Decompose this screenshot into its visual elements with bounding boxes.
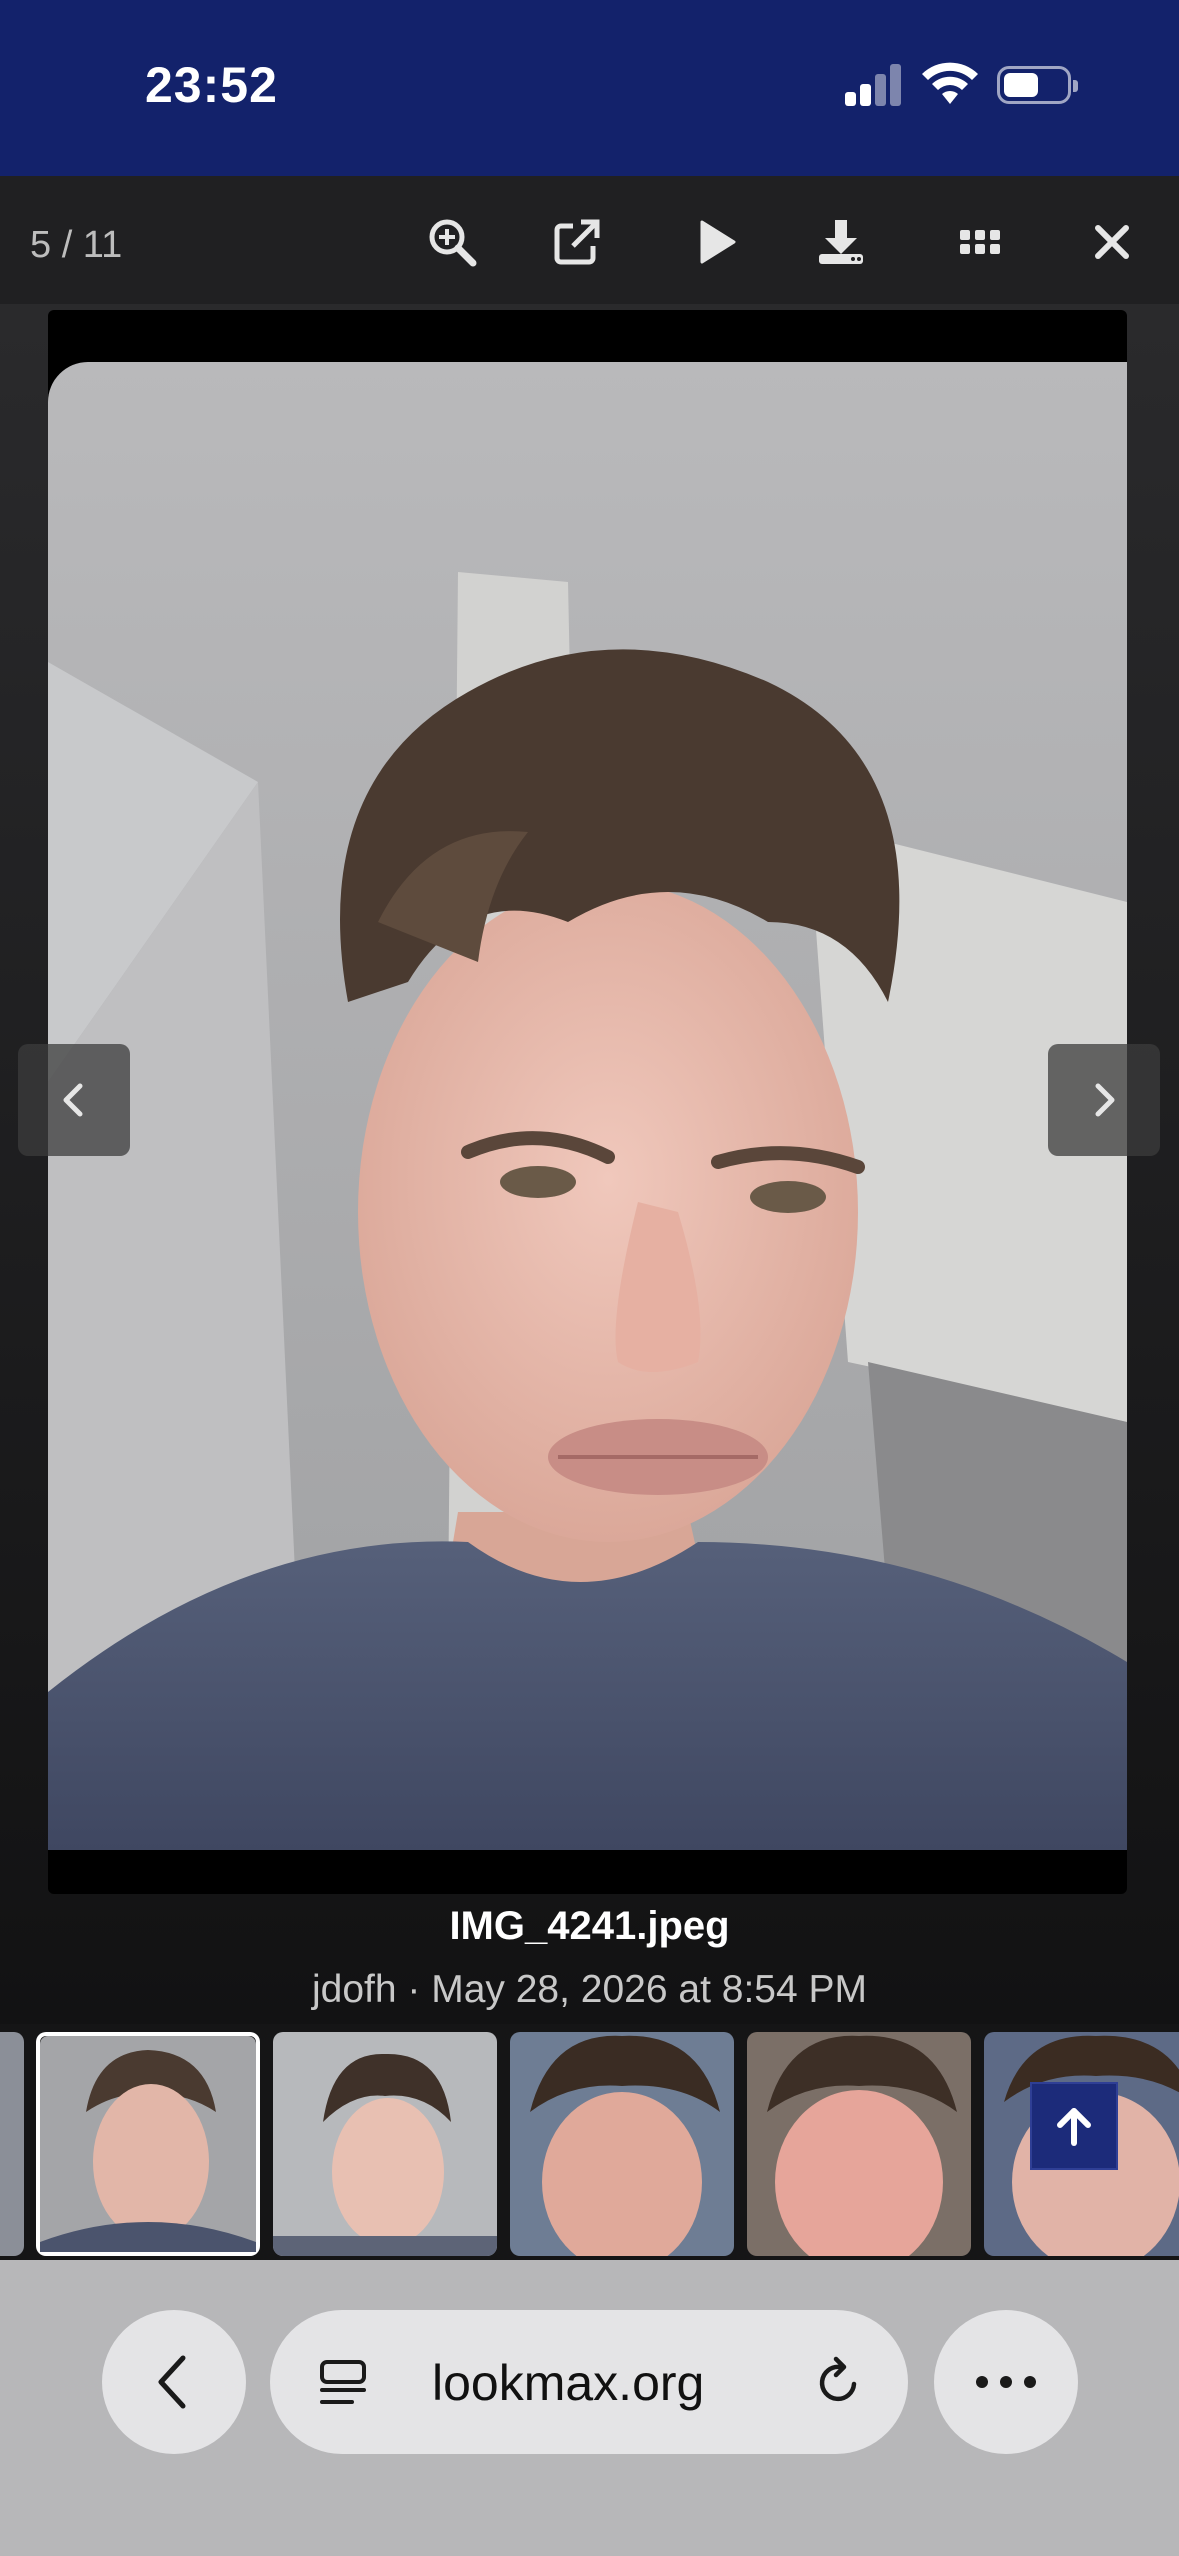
thumbnail[interactable] [747, 2032, 971, 2256]
thumbnail[interactable] [0, 2032, 24, 2256]
chevron-left-icon [63, 1083, 83, 1117]
download-button[interactable] [805, 206, 877, 278]
reader-mode-icon[interactable] [316, 2356, 370, 2410]
browser-more-button[interactable] [934, 2310, 1078, 2454]
scroll-to-top-button[interactable] [1030, 2082, 1118, 2170]
open-external-button[interactable] [541, 206, 613, 278]
url-text: lookmax.org [432, 2355, 705, 2411]
status-bar: 23:52 [0, 0, 1179, 176]
thumbnail[interactable] [510, 2032, 734, 2256]
wifi-icon [922, 62, 978, 104]
status-time: 23:52 [145, 57, 278, 113]
thumbnail[interactable] [273, 2032, 497, 2256]
close-icon [1095, 225, 1129, 259]
zoom-in-icon [429, 219, 477, 267]
lightbox-stage: IMG_4241.jpeg jdofh · May 28, 2026 at 8:… [0, 304, 1179, 2024]
next-image-button[interactable] [1048, 1044, 1160, 1156]
download-icon [819, 220, 863, 264]
image-filename: IMG_4241.jpeg [449, 1904, 730, 1948]
image-counter: 5 / 11 [30, 224, 123, 266]
play-icon [700, 220, 736, 264]
thumbnails-grid-button[interactable] [944, 206, 1016, 278]
image-frame [48, 310, 1127, 1894]
grid-icon [960, 230, 1000, 254]
zoom-in-button[interactable] [416, 206, 488, 278]
open-external-icon [554, 219, 600, 265]
battery-icon [997, 66, 1078, 104]
thumbnail-strip [0, 2024, 1179, 2260]
arrow-up-icon [1057, 2108, 1091, 2146]
chevron-right-icon [1095, 1083, 1115, 1117]
image-author-date: jdofh · May 28, 2026 at 8:54 PM [312, 1968, 867, 2011]
cellular-signal-icon [845, 62, 903, 106]
reload-icon[interactable] [810, 2354, 866, 2410]
portrait-photo-image [48, 362, 1127, 1850]
chevron-left-icon [158, 2355, 186, 2409]
previous-image-button[interactable] [18, 1044, 130, 1156]
more-dots-icon [976, 2376, 1036, 2388]
thumbnail-active[interactable] [36, 2032, 260, 2256]
close-button[interactable] [1076, 206, 1148, 278]
address-bar[interactable]: lookmax.org [270, 2310, 908, 2454]
browser-back-button[interactable] [102, 2310, 246, 2454]
browser-toolbar: lookmax.org [0, 2260, 1179, 2556]
slideshow-play-button[interactable] [680, 206, 752, 278]
lightbox-toolbar: 5 / 11 [0, 176, 1179, 304]
current-photo[interactable] [48, 362, 1127, 1850]
